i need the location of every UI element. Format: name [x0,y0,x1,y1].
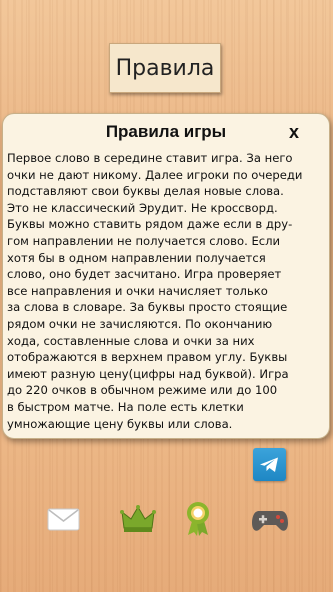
rules-line: имеют разную цену(цифры над буквой). Игр… [7,366,289,381]
rules-line: отображаются в верхнем правом углу. Букв… [7,350,288,365]
rules-line: гом направлении не получается слово. Есл… [7,233,281,248]
rules-line: очки не дают никому. Далее игроки по оче… [7,167,303,182]
dialog-title: Правила игры [105,122,227,141]
rules-line: все направления и очки начисляет только [7,283,268,298]
rules-line: слово, оно будет засчитано. Игра проверя… [7,267,282,282]
rules-text: Первое слово в середине ставит игра. За … [7,150,323,432]
telegram-icon[interactable] [253,448,286,481]
rules-line: до 220 очков в обычном режиме или до 100 [7,383,278,398]
gamepad-icon[interactable] [251,508,289,534]
crown-icon[interactable] [120,504,156,534]
rules-button[interactable]: Правила [109,43,221,93]
award-icon[interactable] [184,501,212,537]
rules-button-label: Правила [115,55,215,81]
mail-icon[interactable] [47,507,80,532]
rules-line: в быстром матче. На поле есть клетки [7,399,244,414]
rules-dialog: Правила игры x Первое слово в середине с… [2,113,330,439]
rules-line: за слова в словаре. За буквы просто стоя… [7,300,288,315]
rules-line: Это не классический Эрудит. Не кроссворд… [7,200,278,215]
rules-line: умножающие цену буквы или слова. [7,416,233,431]
rules-line: подставляют свои буквы делая новые слова… [7,184,284,199]
close-button[interactable]: x [289,122,299,143]
rules-line: хода, составленные слова и очки за них [7,333,255,348]
rules-line: хотя бы в одном направлении получается [7,250,266,265]
rules-line: рядом очки не зачисляются. По окончанию [7,316,273,331]
rules-line: Первое слово в середине ставит игра. За … [7,151,293,165]
rules-line: Буквы можно ставить рядом даже если в др… [7,217,293,232]
